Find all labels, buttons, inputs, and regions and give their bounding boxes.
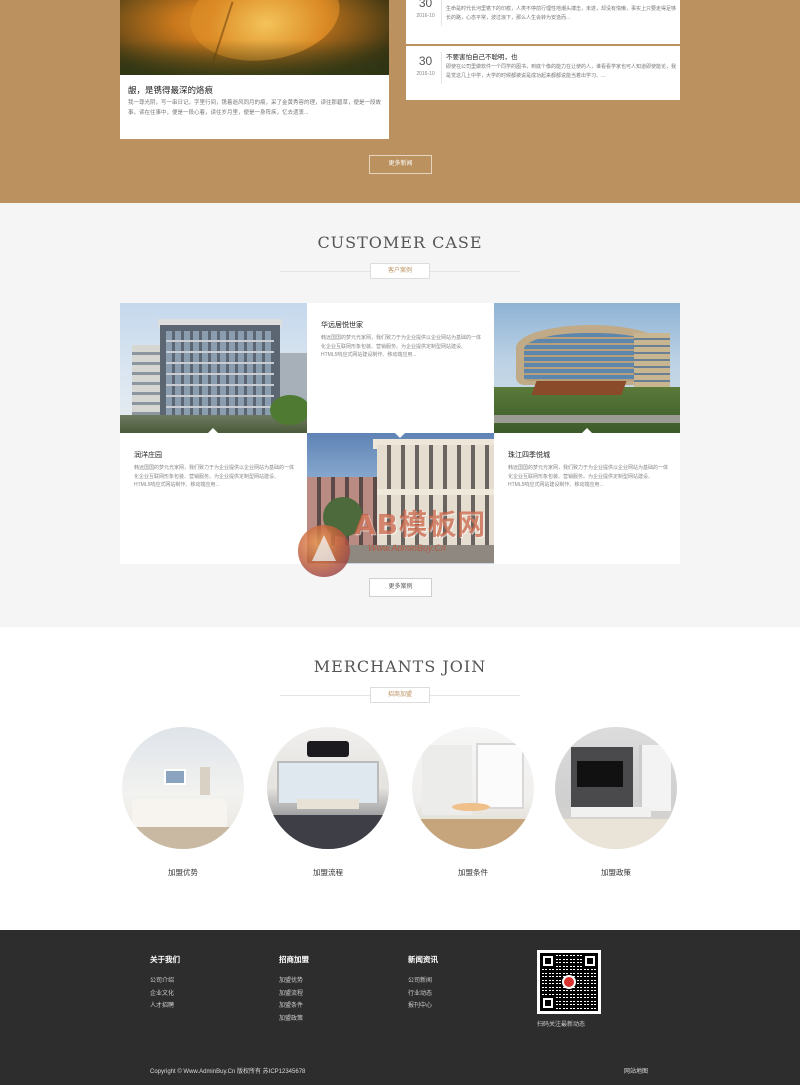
case-desc: 韩远国国的梦元光家网，我们致力于为企业提供以企业网站为基础的一体化企业互联网形象… [508, 465, 669, 488]
divider [280, 695, 370, 696]
footer-link[interactable]: 加盟优势 [279, 975, 309, 988]
copyright-text: Copyright © Www.AdminBuy.Cn 版权所有 苏ICP123… [150, 1069, 306, 1075]
news-date-day: 30 [418, 0, 433, 10]
customer-case-section: CUSTOMER CASE 客户案例 华远居悦世家 韩远国国的梦元光家网，我们致… [0, 203, 800, 627]
footer-link[interactable]: 加盟条件 [279, 1000, 309, 1013]
qr-logo-icon [562, 975, 576, 989]
news-item-desc: 生命是时代长河里镌下的印痕，人类不停前行理性地潮头搏击，未遂，却没有惰懒，事实上… [446, 6, 677, 21]
news-date-month: 2016-10 [416, 13, 435, 19]
news-featured-image [120, 0, 389, 75]
news-item[interactable]: 30 2016-10 不要害怕自己不聪明，也 即使在公司里做软件一个同学的图书，… [406, 46, 680, 100]
news-featured-title[interactable]: 龈，是镌得最深的烙痕 [128, 84, 213, 96]
footer: 关于我们 公司介绍 企业文化 人才招聘 招商加盟 加盟优势 加盟流程 加盟条件 … [0, 930, 800, 1085]
more-news-button[interactable]: 更多新闻 [369, 155, 432, 174]
news-featured-card[interactable]: 龈，是镌得最深的烙痕 我一尊光阴，写一串日记，字里行间，镌着逝风同月的痕，采了金… [120, 0, 389, 139]
case-card-2[interactable]: 润洋庄园 韩远国国的梦元光家网，我们致力于为企业提供以企业网站为基础的一体化企业… [120, 433, 307, 564]
qr-caption: 扫码关注最新动态 [537, 1022, 586, 1028]
footer-link[interactable]: 行业动态 [408, 988, 438, 1001]
footer-column-news: 新闻资讯 公司新闻 行业动态 报刊中心 [408, 954, 438, 1013]
case-title[interactable]: 润洋庄园 [134, 450, 162, 460]
merchant-image-advantage[interactable] [122, 727, 244, 849]
footer-link[interactable]: 加盟政策 [279, 1013, 309, 1026]
divider [430, 695, 520, 696]
news-date-box: 30 2016-10 [410, 52, 442, 84]
news-item-title[interactable]: 不要害怕自己不聪明，也 [446, 51, 518, 61]
case-image-1[interactable] [120, 303, 307, 433]
footer-heading: 新闻资讯 [408, 955, 438, 964]
footer-column-join: 招商加盟 加盟优势 加盟流程 加盟条件 加盟政策 [279, 954, 309, 1025]
case-image-3[interactable] [494, 303, 680, 433]
case-grid: 华远居悦世家 韩远国国的梦元光家网，我们致力于为企业提供以企业网站为基础的一体化… [120, 303, 680, 564]
footer-heading: 招商加盟 [279, 955, 309, 964]
divider [430, 271, 520, 272]
footer-column-about: 关于我们 公司介绍 企业文化 人才招聘 [150, 954, 180, 1013]
footer-link[interactable]: 公司新闻 [408, 975, 438, 988]
footer-link[interactable]: 企业文化 [150, 988, 180, 1001]
divider [280, 271, 370, 272]
section-title: CUSTOMER CASE [317, 233, 483, 252]
case-title[interactable]: 珠江四季悦城 [508, 450, 550, 460]
more-cases-button[interactable]: 更多案例 [369, 578, 432, 597]
merchant-label[interactable]: 加盟政策 [555, 867, 677, 878]
news-date-day: 30 [418, 54, 433, 68]
case-image-2[interactable] [307, 433, 494, 564]
news-date-month: 2016-10 [416, 71, 435, 77]
footer-link[interactable]: 公司介绍 [150, 975, 180, 988]
footer-heading: 关于我们 [150, 955, 180, 964]
sitemap-link[interactable]: 网站地图 [624, 1066, 648, 1075]
case-desc: 韩远国国的梦元光家网，我们致力于为企业提供以企业网站为基础的一体化企业互联网形象… [134, 465, 295, 488]
case-desc: 韩远国国的梦元光家网，我们致力于为企业提供以企业网站为基础的一体化企业互联网形象… [321, 335, 482, 358]
merchants-join-section: MERCHANTS JOIN 招商加盟 加盟优势 加盟流程 加盟条件 加盟政策 [0, 627, 800, 930]
merchant-label[interactable]: 加盟优势 [122, 867, 244, 878]
merchant-image-process[interactable] [267, 727, 389, 849]
section-subtitle: 客户案例 [370, 263, 430, 279]
news-date-box: 30 2016-10 [410, 0, 442, 26]
merchant-label[interactable]: 加盟流程 [267, 867, 389, 878]
news-item-desc: 即使在公司里做软件一个同学的图书，到底个像的能力在让使的人，谁看看学家也可人知道… [446, 64, 677, 79]
qr-code [537, 950, 601, 1014]
section-subtitle: 招商加盟 [370, 687, 430, 703]
section-title: MERCHANTS JOIN [313, 657, 487, 676]
case-card-1[interactable]: 华远居悦世家 韩远国国的梦元光家网，我们致力于为企业提供以企业网站为基础的一体化… [307, 303, 494, 433]
case-card-3[interactable]: 珠江四季悦城 韩远国国的梦元光家网，我们致力于为企业提供以企业网站为基础的一体化… [494, 433, 680, 564]
merchant-label[interactable]: 加盟条件 [412, 867, 534, 878]
footer-link[interactable]: 加盟流程 [279, 988, 309, 1001]
merchant-image-conditions[interactable] [412, 727, 534, 849]
footer-link[interactable]: 报刊中心 [408, 1000, 438, 1013]
footer-link[interactable]: 人才招聘 [150, 1000, 180, 1013]
news-section: 龈，是镌得最深的烙痕 我一尊光阴，写一串日记，字里行间，镌着逝风同月的痕，采了金… [0, 0, 800, 203]
news-featured-desc: 我一尊光阴，写一串日记，字里行间，镌着逝风同月的痕，采了金黄秀容的理，读往那碧草… [128, 100, 382, 116]
merchant-image-policy[interactable] [555, 727, 677, 849]
case-title[interactable]: 华远居悦世家 [321, 320, 363, 330]
news-item[interactable]: 30 2016-10 生命是时代长河里镌下的印痕，人类不停前行理性地潮头搏击，未… [406, 0, 680, 44]
